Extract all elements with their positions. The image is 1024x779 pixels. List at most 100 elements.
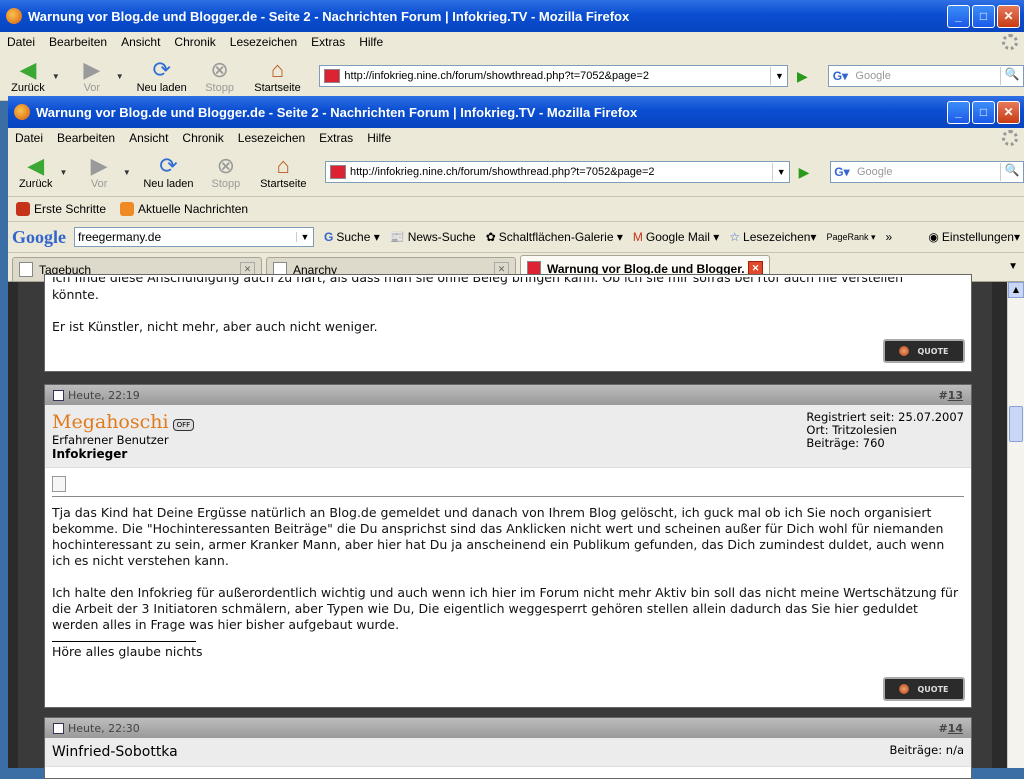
menu-bearbeiten[interactable]: Bearbeiten [42, 35, 114, 49]
news-search-button[interactable]: 📰 News-Suche [390, 230, 476, 244]
stop-button[interactable]: ⊗ Stopp [196, 58, 244, 95]
toolbar-overflow-chevron[interactable]: » [886, 230, 893, 244]
close-button[interactable]: ✕ [997, 100, 1020, 124]
menu-datei[interactable]: Datei [0, 35, 42, 49]
quote-button[interactable]: QUOTE [883, 677, 965, 701]
menu-ansicht[interactable]: Ansicht [122, 131, 175, 145]
bookmark-aktuelle-nachrichten[interactable]: Aktuelle Nachrichten [120, 202, 248, 216]
post-number-link[interactable]: #14 [938, 722, 963, 735]
title-bar[interactable]: Warnung vor Blog.de und Blogger.de - Sei… [8, 96, 1024, 128]
search-icon[interactable]: 🔍 [999, 67, 1023, 85]
quote-button[interactable]: QUOTE [883, 339, 965, 363]
forward-button[interactable]: ▶ Vor [75, 154, 123, 191]
stop-button[interactable]: ⊗ Stopp [202, 154, 250, 191]
google-engine-icon[interactable]: G▾ [831, 165, 853, 179]
url-bar[interactable]: http://infokrieg.nine.ch/forum/showthrea… [325, 161, 791, 183]
google-search-button[interactable]: G Suche ▾ [324, 230, 380, 244]
google-query-dropdown[interactable]: ▼ [296, 232, 313, 242]
back-history-dropdown[interactable]: ▼ [52, 72, 64, 81]
bookmark-erste-schritte[interactable]: Erste Schritte [16, 202, 106, 216]
menu-chronik[interactable]: Chronik [175, 131, 230, 145]
bookmark-label: Aktuelle Nachrichten [138, 202, 249, 216]
menu-bearbeiten[interactable]: Bearbeiten [50, 131, 122, 145]
user-info: Megahoschi OFF Erfahrener Benutzer Infokr… [45, 405, 971, 468]
news-search-label: News-Suche [407, 230, 476, 244]
home-button[interactable]: ⌂ Startseite [248, 58, 308, 95]
post-date: Heute, 22:30 [68, 721, 140, 735]
menu-bar: Datei Bearbeiten Ansicht Chronik Lesezei… [8, 128, 1024, 148]
menu-chronik[interactable]: Chronik [167, 35, 222, 49]
search-icon[interactable]: 🔍 [999, 163, 1023, 181]
google-bookmarks-button[interactable]: ☆ Lesezeichen ▾ [729, 230, 816, 244]
menu-extras[interactable]: Extras [312, 131, 360, 145]
maximize-button[interactable]: □ [972, 100, 995, 124]
forward-arrow-icon: ▶ [83, 57, 101, 82]
go-button[interactable]: ▶ [794, 162, 814, 182]
signature-divider [52, 641, 196, 642]
forward-button[interactable]: ▶ Vor [68, 57, 116, 95]
button-gallery-button[interactable]: ✿ Schaltflächen-Galerie ▾ [486, 230, 623, 244]
menu-bar: Datei Bearbeiten Ansicht Chronik Lesezei… [0, 32, 1024, 52]
pagerank-indicator[interactable]: PageRank ▾ [826, 232, 875, 243]
back-history-dropdown[interactable]: ▼ [60, 168, 72, 177]
scroll-thumb[interactable] [1009, 406, 1023, 442]
google-bookmarks-label: Lesezeichen [743, 230, 811, 244]
scroll-up-arrow[interactable]: ▲ [1008, 282, 1024, 298]
vertical-scrollbar[interactable]: ▲ [1007, 282, 1024, 768]
menu-ansicht[interactable]: Ansicht [114, 35, 167, 49]
url-dropdown[interactable]: ▼ [770, 67, 787, 85]
minimize-button[interactable]: _ [947, 100, 970, 124]
post-header: Heute, 22:30 #14 [45, 718, 971, 738]
url-bar[interactable]: http://infokrieg.nine.ch/forum/showthrea… [319, 65, 789, 87]
search-box[interactable]: G▾ Google 🔍 [828, 65, 1024, 87]
user-rank: Infokrieger [52, 447, 128, 461]
post-header: Heute, 22:19 #13 [45, 385, 971, 405]
username-link[interactable]: Megahoschi [52, 411, 169, 433]
throbber-icon [1002, 34, 1018, 50]
reload-icon: ⟳ [159, 153, 178, 178]
page-icon [19, 262, 33, 277]
forward-history-dropdown[interactable]: ▼ [123, 168, 135, 177]
reload-label: Neu laden [136, 82, 187, 94]
go-button[interactable]: ▶ [792, 66, 812, 86]
signature: Höre alles glaube nichts [52, 644, 203, 659]
user-post-count: Beiträge: 760 [806, 436, 885, 450]
site-favicon-icon [330, 165, 346, 179]
close-button[interactable]: ✕ [997, 4, 1020, 28]
user-info: Winfried-Sobottka Beiträge: n/a [45, 738, 971, 767]
quote-icon [899, 346, 910, 356]
google-query-input[interactable]: freegermany.de ▼ [74, 227, 314, 247]
home-button[interactable]: ⌂ Startseite [254, 153, 313, 191]
forum-page: Ich finde diese Anschuldigung auch zu ha… [18, 274, 992, 779]
reload-button[interactable]: ⟳ Neu laden [132, 58, 192, 95]
menu-hilfe[interactable]: Hilfe [352, 35, 390, 49]
google-logo[interactable]: Google [12, 227, 66, 248]
menu-extras[interactable]: Extras [304, 35, 352, 49]
menu-datei[interactable]: Datei [8, 131, 50, 145]
title-bar[interactable]: Warnung vor Blog.de und Blogger.de - Sei… [0, 0, 1024, 32]
google-mail-button[interactable]: M Google Mail ▾ [633, 230, 719, 244]
user-title: Erfahrener Benutzer [52, 433, 169, 447]
gmail-icon: M [632, 230, 643, 244]
post-number-link[interactable]: #13 [938, 389, 963, 402]
username[interactable]: Winfried-Sobottka [52, 744, 178, 760]
reload-button[interactable]: ⟳ Neu laden [139, 153, 198, 191]
maximize-button[interactable]: □ [972, 4, 995, 28]
back-button[interactable]: ◀ Zurück [12, 154, 60, 191]
stop-label: Stopp [205, 82, 234, 94]
forward-label: Vor [83, 82, 101, 94]
google-engine-icon[interactable]: G▾ [829, 69, 851, 83]
settings-button[interactable]: ◉ Einstellungen ▾ [928, 230, 1020, 244]
user-stats: Registriert seit: 25.07.2007 Ort: Tritzo… [806, 411, 964, 461]
search-box[interactable]: G▾ Google 🔍 [829, 161, 1024, 183]
minimize-button[interactable]: _ [947, 4, 970, 28]
back-button[interactable]: ◀ Zurück [4, 58, 52, 95]
forward-history-dropdown[interactable]: ▼ [116, 72, 128, 81]
menu-hilfe[interactable]: Hilfe [360, 131, 398, 145]
list-all-tabs-icon[interactable]: ▼ [1008, 261, 1018, 272]
menu-lesezeichen[interactable]: Lesezeichen [223, 35, 304, 49]
menu-lesezeichen[interactable]: Lesezeichen [231, 131, 312, 145]
settings-icon: ◉ [928, 230, 939, 244]
home-icon: ⌂ [276, 153, 290, 178]
url-dropdown[interactable]: ▼ [772, 163, 789, 181]
